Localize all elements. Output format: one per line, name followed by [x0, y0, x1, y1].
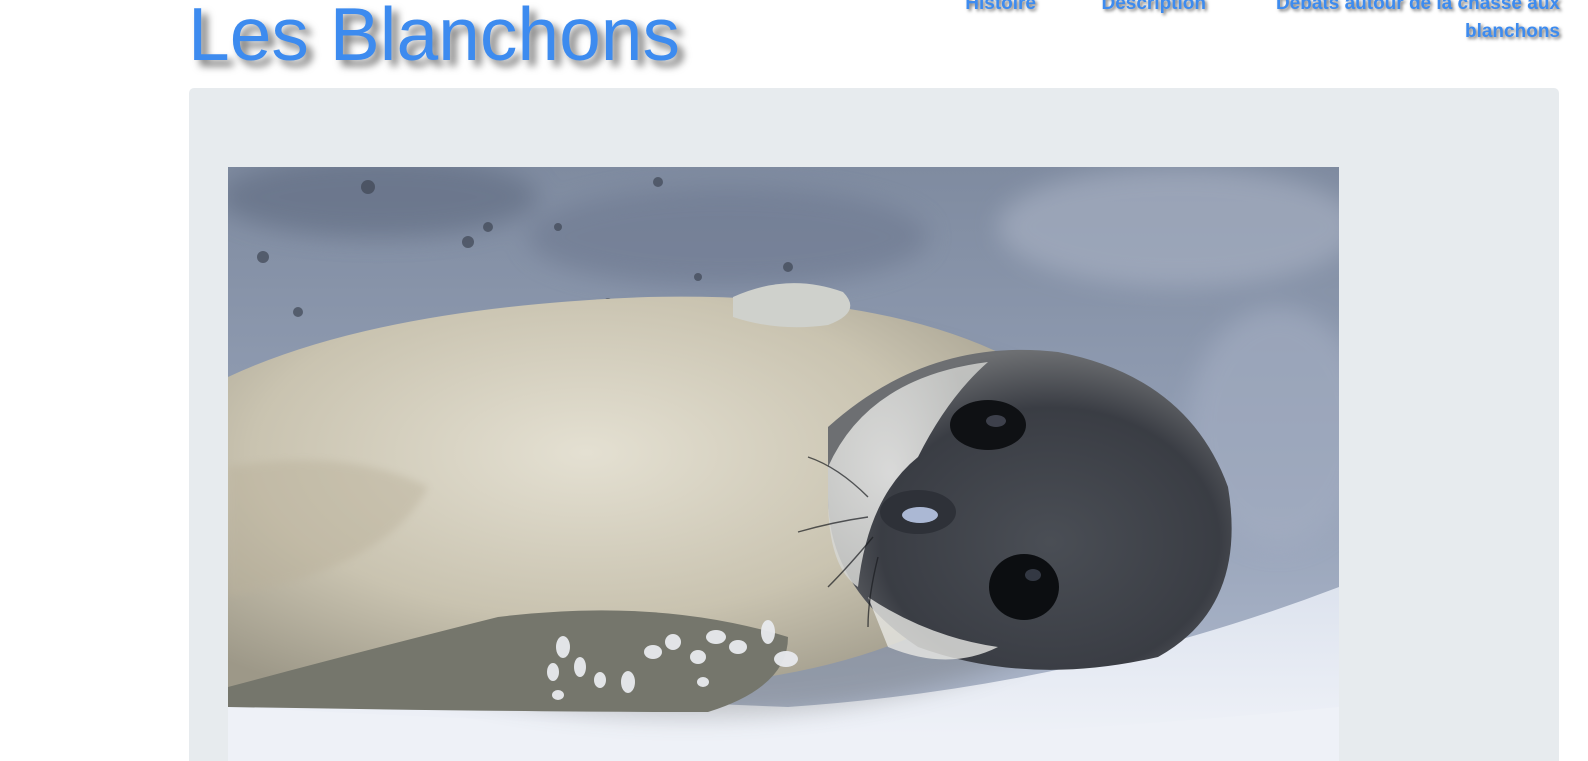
nav-link-debats[interactable]: Débats autour de la chasse aux blanchons [1260, 0, 1560, 46]
nav-link-histoire[interactable]: Histoire [960, 0, 1036, 18]
main-nav: Histoire Description Débats autour de la… [900, 0, 1560, 60]
content-panel [189, 88, 1559, 761]
page: Les Blanchons Histoire Description Débat… [0, 0, 1588, 761]
seal-pup-illustration [228, 167, 1339, 761]
nav-link-description[interactable]: Description [1094, 0, 1206, 18]
hero-image [228, 167, 1339, 761]
site-title: Les Blanchons [188, 0, 681, 76]
